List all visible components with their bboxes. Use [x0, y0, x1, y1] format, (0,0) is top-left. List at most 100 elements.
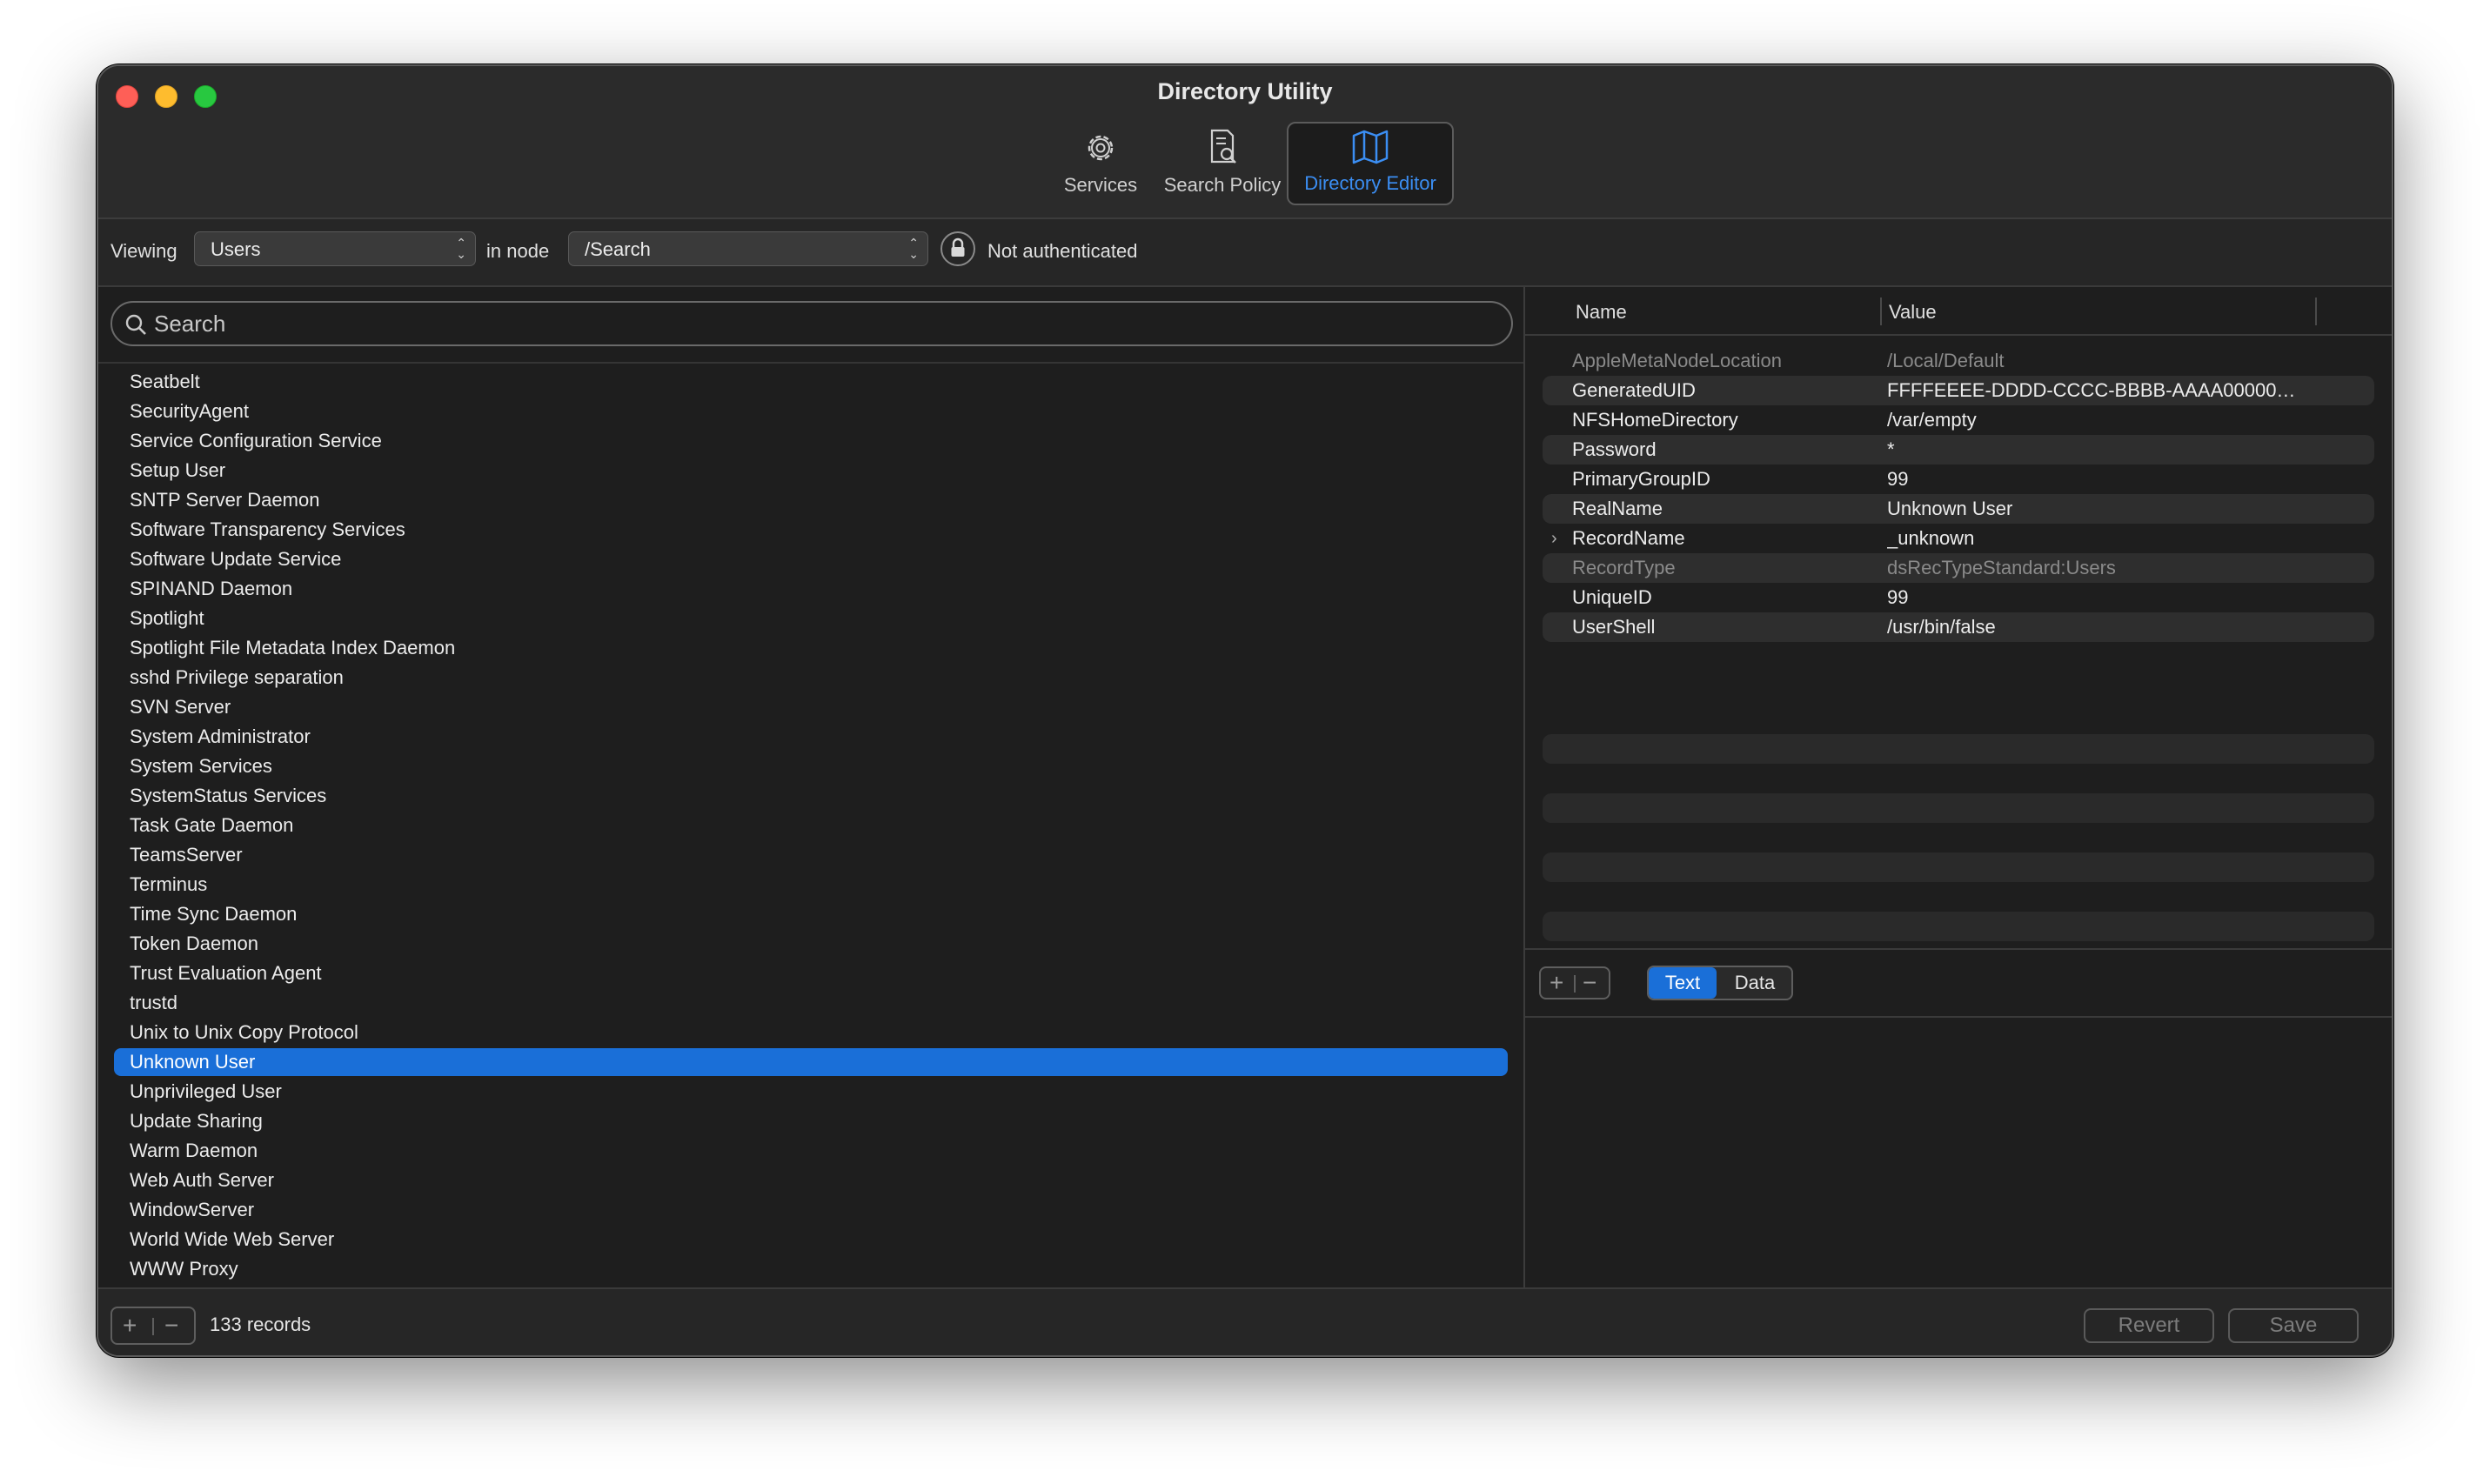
list-item[interactable]: Warm Daemon [114, 1136, 1508, 1166]
node-popup[interactable]: /Search ⌃ ⌄ [568, 231, 928, 266]
attribute-value[interactable]: /usr/bin/false [1887, 612, 2339, 642]
name-column-header[interactable]: Name [1576, 301, 1627, 324]
records-count: 133 records [210, 1314, 311, 1335]
list-item[interactable]: World Wide Web Server [114, 1225, 1508, 1254]
viewing-label: Viewing [110, 240, 177, 262]
divider [1525, 948, 2392, 950]
list-item[interactable]: Setup User [114, 456, 1508, 485]
list-item[interactable]: sshd Privilege separation [114, 663, 1508, 692]
disclosure-chevron-icon[interactable]: › [1551, 524, 1557, 553]
attribute-row[interactable]: Password * [1543, 435, 2374, 465]
title-bar: Directory Utility Services Search Policy [98, 66, 2392, 219]
attribute-row[interactable]: RealName Unknown User [1543, 494, 2374, 524]
window-title: Directory Utility [1157, 78, 1333, 104]
attribute-row[interactable]: UserShell/usr/bin/false [1543, 612, 2374, 642]
attribute-name: RecordType [1572, 557, 1676, 578]
attribute-row[interactable]: PrimaryGroupID 99 [1543, 465, 2374, 494]
add-record-button[interactable]: + [123, 1308, 137, 1343]
toolbar-search-policy-button[interactable]: Search Policy [1144, 122, 1301, 205]
data-format-button[interactable]: Data [1718, 967, 1791, 999]
list-item[interactable]: Software Transparency Services [114, 515, 1508, 545]
attribute-row[interactable]: › RecordName _unknown [1543, 524, 2374, 553]
attribute-value[interactable]: /var/empty [1887, 405, 2339, 435]
list-item[interactable]: Software Update Service [114, 545, 1508, 574]
directory-utility-window: Directory Utility Services Search Policy [97, 64, 2393, 1357]
add-attribute-button[interactable]: + [1550, 968, 1563, 998]
attribute-row[interactable]: RecordType dsRecTypeStandard:Users [1543, 553, 2374, 583]
search-field[interactable]: Search [110, 301, 1513, 346]
list-item[interactable]: Unknown User [114, 1048, 1508, 1076]
list-item[interactable]: Trust Evaluation Agent [114, 959, 1508, 988]
revert-button[interactable]: Revert [2084, 1308, 2214, 1343]
search-icon [125, 314, 146, 335]
remove-attribute-button[interactable]: − [1583, 968, 1596, 998]
list-item[interactable]: System Services [114, 752, 1508, 781]
list-item[interactable]: SPINAND Daemon [114, 574, 1508, 604]
value-format-segmented-control: Text Data [1647, 966, 1793, 1000]
list-item[interactable]: Unprivileged User [114, 1077, 1508, 1106]
record-add-remove: + − [110, 1307, 196, 1345]
list-item[interactable]: Seatbelt [114, 367, 1508, 397]
list-item[interactable]: TeamsServer [114, 840, 1508, 870]
attribute-value[interactable]: dsRecTypeStandard:Users [1887, 553, 2339, 583]
attribute-name: RecordName [1572, 527, 1685, 549]
list-item[interactable]: SecurityAgent [114, 397, 1508, 426]
attribute-row[interactable]: NFSHomeDirectory/var/empty [1543, 405, 2374, 435]
list-item[interactable]: Service Configuration Service [114, 426, 1508, 456]
list-item[interactable]: Time Sync Daemon [114, 899, 1508, 929]
records-pane: Search Seatbelt SecurityAgent Service Conf… [98, 287, 1523, 1287]
attribute-value[interactable]: /Local/Default [1887, 346, 2339, 376]
list-item[interactable]: SNTP Server Daemon [114, 485, 1508, 515]
attribute-name: AppleMetaNodeLocation [1572, 350, 1782, 371]
gear-icon [1088, 135, 1114, 161]
remove-record-button[interactable]: − [164, 1308, 178, 1343]
search-placeholder: Search [154, 311, 226, 337]
column-separator[interactable] [1880, 297, 1882, 325]
value-column-header[interactable]: Value [1889, 301, 1937, 324]
divider [98, 362, 1523, 364]
toolbar-directory-editor-button[interactable]: Directory Editor [1287, 122, 1454, 205]
attribute-name: Password [1572, 438, 1657, 460]
list-item[interactable]: Token Daemon [114, 929, 1508, 959]
list-item[interactable]: WWW Proxy [114, 1254, 1508, 1284]
attribute-row[interactable]: GeneratedUID FFFFEEEE-DDDD-CCCC-BBBB-AAAA… [1543, 376, 2374, 405]
attribute-value[interactable]: _unknown [1887, 524, 2339, 553]
list-item[interactable]: SystemStatus Services [114, 781, 1508, 811]
empty-row [1543, 793, 2374, 823]
attribute-name: RealName [1572, 498, 1663, 519]
lock-button[interactable] [940, 231, 975, 266]
attribute-name: GeneratedUID [1572, 379, 1696, 401]
lock-icon [951, 237, 965, 257]
attribute-value[interactable]: 99 [1887, 583, 2339, 612]
list-item[interactable]: Terminus [114, 870, 1508, 899]
list-item[interactable]: trustd [114, 988, 1508, 1018]
attribute-name: NFSHomeDirectory [1572, 409, 1738, 431]
list-item[interactable]: SVN Server [114, 692, 1508, 722]
list-item[interactable]: System Administrator [114, 722, 1508, 752]
list-item[interactable]: Web Auth Server [114, 1166, 1508, 1195]
empty-row [1543, 852, 2374, 882]
column-separator[interactable] [2315, 297, 2317, 325]
list-item[interactable]: WindowServer [114, 1195, 1508, 1225]
attribute-row[interactable]: UniqueID 99 [1543, 583, 2374, 612]
chevron-updown-icon: ⌃ ⌄ [456, 236, 466, 261]
attribute-value[interactable]: FFFFEEEE-DDDD-CCCC-BBBB-AAAA00000… [1887, 376, 2339, 405]
toolbar-services-button[interactable]: Services [1041, 122, 1160, 205]
save-button[interactable]: Save [2228, 1308, 2359, 1343]
record-type-popup[interactable]: Users ⌃ ⌄ [194, 231, 476, 266]
attribute-row[interactable]: AppleMetaNodeLocation/Local/Default [1543, 346, 2374, 376]
text-format-button[interactable]: Text [1649, 967, 1717, 999]
map-icon [1352, 130, 1389, 164]
attribute-value[interactable]: 99 [1887, 465, 2339, 494]
attributes-pane: Name Value AppleMetaNodeLocation/Local/D… [1525, 287, 2392, 1287]
attribute-add-remove: + − [1539, 966, 1610, 999]
list-item[interactable]: Update Sharing [114, 1106, 1508, 1136]
list-item[interactable]: Unix to Unix Copy Protocol [114, 1018, 1508, 1047]
auth-status-text: Not authenticated [987, 240, 1138, 262]
list-item[interactable]: Spotlight [114, 604, 1508, 633]
attribute-name: PrimaryGroupID [1572, 468, 1710, 490]
list-item[interactable]: Task Gate Daemon [114, 811, 1508, 840]
list-item[interactable]: Spotlight File Metadata Index Daemon [114, 633, 1508, 663]
attribute-value[interactable]: Unknown User [1887, 494, 2339, 524]
attribute-value[interactable]: * [1887, 435, 2339, 465]
